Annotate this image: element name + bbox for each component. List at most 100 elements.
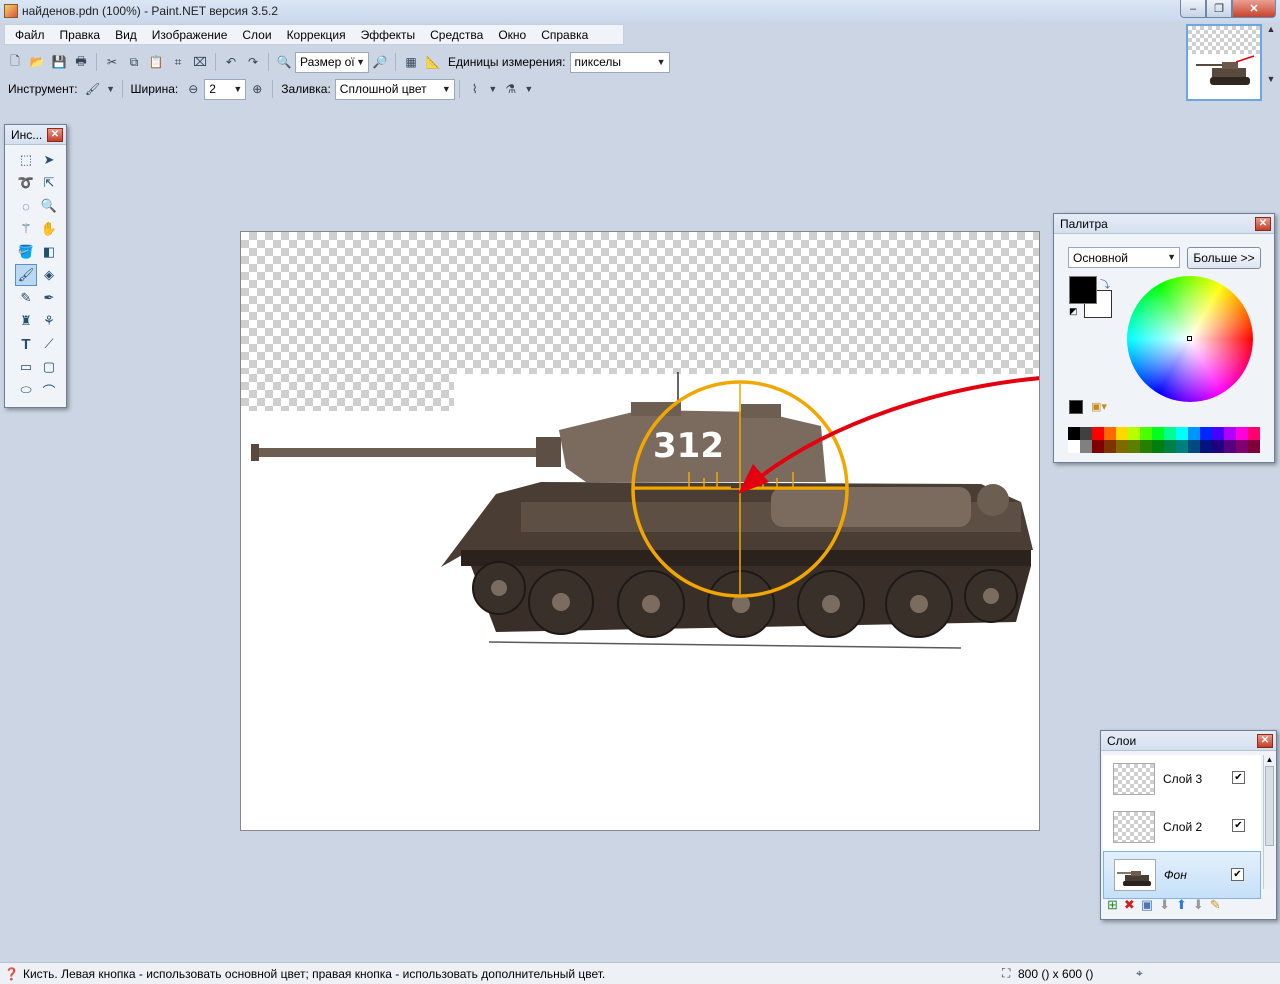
close-button[interactable]: ✕ [1232,0,1276,18]
thumbnail-scroll[interactable]: ▲ ▼ [1265,24,1277,101]
chevron-down-icon[interactable]: ▼ [106,81,115,97]
gradient-tool-icon[interactable]: ◧ [38,241,60,263]
menu-image[interactable]: Изображение [146,28,237,42]
tank-thumbnail [1117,871,1151,886]
layer-item-selected[interactable]: Фон ✔ [1103,851,1261,899]
magic-wand-tool-icon[interactable]: ⚚ [15,218,37,240]
pencil-tool-icon[interactable]: ✎ [15,287,37,309]
image-canvas[interactable]: 312 [240,231,1040,831]
rounded-rectangle-tool-icon[interactable]: ▢ [38,356,60,378]
ellipse-tool-icon[interactable]: ⬭ [15,379,37,401]
layer-item[interactable]: Слой 3 ✔ [1103,755,1261,803]
crop-icon[interactable]: ⌗ [170,54,186,70]
palette-menu-icon[interactable]: ▣▾ [1091,400,1107,413]
minimize-button[interactable]: – [1180,0,1206,18]
move-selected-tool-icon[interactable]: ➤ [38,149,60,171]
color-wheel[interactable] [1127,276,1253,402]
close-icon[interactable]: ✕ [47,128,63,142]
swap-colors-icon[interactable]: ⤵ [1100,276,1110,291]
print-icon[interactable]: 🖶 [73,54,89,70]
layer-visibility-checkbox[interactable]: ✔ [1232,819,1245,832]
rectangle-tool-icon[interactable]: ▭ [15,356,37,378]
undo-icon[interactable]: ↶ [223,54,239,70]
menu-layers[interactable]: Слои [236,28,280,42]
clone-stamp-tool-icon[interactable]: ♜ [15,310,37,332]
decrease-icon[interactable]: ⊖ [185,81,201,97]
image-thumbnail[interactable] [1186,24,1262,101]
save-icon[interactable]: 💾 [51,54,67,70]
menu-edit[interactable]: Правка [54,28,110,42]
move-layer-down-icon[interactable]: ⬇ [1193,897,1204,913]
paintnet-icon [4,4,18,18]
open-file-icon[interactable]: 📂 [29,54,45,70]
menu-window[interactable]: Окно [492,28,535,42]
redo-icon[interactable]: ↷ [245,54,261,70]
width-combo[interactable]: 2 ▼ [204,78,247,100]
increase-icon[interactable]: ⊕ [249,81,265,97]
move-selection-tool-icon[interactable]: ⇱ [38,172,60,194]
move-layer-up-icon[interactable]: ⬆ [1176,897,1187,913]
palette-swatches[interactable] [1068,427,1262,453]
deselect-icon[interactable]: ⌧ [192,54,208,70]
grid-icon[interactable]: ▦ [403,54,419,70]
paint-bucket-tool-icon[interactable]: 🪣 [15,241,37,263]
scroll-up-icon[interactable]: ▲ [1264,755,1275,764]
reset-colors-icon[interactable]: ◩ [1069,306,1078,317]
zoom-tool-icon[interactable]: 🔍 [38,195,60,217]
line-curve-tool-icon[interactable]: ⟋ [38,333,60,355]
more-colors-button[interactable]: Больше >> [1187,247,1261,269]
rect-select-tool-icon[interactable]: ⬚ [15,149,37,171]
ruler-icon[interactable]: 📐 [425,54,441,70]
paste-icon[interactable]: 📋 [148,54,164,70]
zoom-in-icon[interactable]: 🔎 [372,54,388,70]
menu-help[interactable]: Справка [535,28,597,42]
layer-visibility-checkbox[interactable]: ✔ [1232,771,1245,784]
menu-effects[interactable]: Эффекты [355,28,425,42]
brush-icon[interactable]: 🖌 [85,81,101,97]
close-icon[interactable]: ✕ [1255,217,1271,231]
blend-mode-icon[interactable]: ⚗ [503,81,519,97]
color-picker-tool-icon[interactable]: ✒ [38,287,60,309]
new-file-icon[interactable]: 🗋 [7,54,23,70]
ellipse-select-tool-icon[interactable]: ◌ [15,195,37,217]
chevron-down-icon[interactable]: ▼ [524,81,533,97]
zoom-combo[interactable]: Размер ої ▼ [295,51,369,73]
layer-properties-icon[interactable]: ✎ [1210,897,1221,913]
menu-utilities[interactable]: Средства [424,28,492,42]
menu-adjustments[interactable]: Коррекция [281,28,355,42]
zoom-out-icon[interactable]: 🔍 [276,54,292,70]
copy-icon[interactable]: ⧉ [126,54,142,70]
duplicate-layer-icon[interactable]: ▣ [1141,897,1153,913]
chevron-down-icon[interactable]: ▼ [488,81,497,97]
units-combo[interactable]: пикселы ▼ [569,51,670,73]
eraser-tool-icon[interactable]: ◈ [38,264,60,286]
delete-layer-icon[interactable]: ✖ [1124,897,1135,913]
add-layer-icon[interactable]: ⊞ [1107,897,1118,913]
antialias-icon[interactable]: ⌇ [467,81,483,97]
layers-scrollbar[interactable]: ▲ [1263,755,1275,889]
cut-icon[interactable]: ✂ [104,54,120,70]
layers-window-title: Слои ✕ [1101,731,1276,751]
layer-visibility-checkbox[interactable]: ✔ [1231,868,1244,881]
lasso-select-tool-icon[interactable]: ➰ [15,172,37,194]
freeform-shape-tool-icon[interactable]: ⌒ [38,379,60,401]
merge-down-icon[interactable]: ⬇ [1159,897,1170,913]
primary-color-swatch[interactable] [1069,276,1097,304]
scroll-thumb[interactable] [1265,766,1274,846]
maximize-button[interactable]: ❐ [1206,0,1232,18]
text-tool-icon[interactable]: T [15,333,37,355]
menu-file[interactable]: Файл [9,28,54,42]
color-mode-combo[interactable]: Основной ▼ [1068,247,1180,268]
add-color-icon[interactable] [1069,400,1083,414]
help-icon: ❓ [4,966,19,981]
paintbrush-tool-icon[interactable]: 🖌 [15,264,37,286]
window-controls: – ❐ ✕ [1180,0,1276,18]
menu-view[interactable]: Вид [109,28,146,42]
fill-combo[interactable]: Сплошной цвет ▼ [334,78,455,100]
recolor-tool-icon[interactable]: ⚘ [38,310,60,332]
tool-label: Инструмент: [8,82,78,96]
close-icon[interactable]: ✕ [1257,734,1273,748]
layer-item[interactable]: Слой 2 ✔ [1103,803,1261,851]
palette-window: Палитра ✕ Основной ▼ Больше >> ⤵ ◩ ▣▾ [1053,213,1275,463]
pan-tool-icon[interactable]: ✋ [38,218,60,240]
